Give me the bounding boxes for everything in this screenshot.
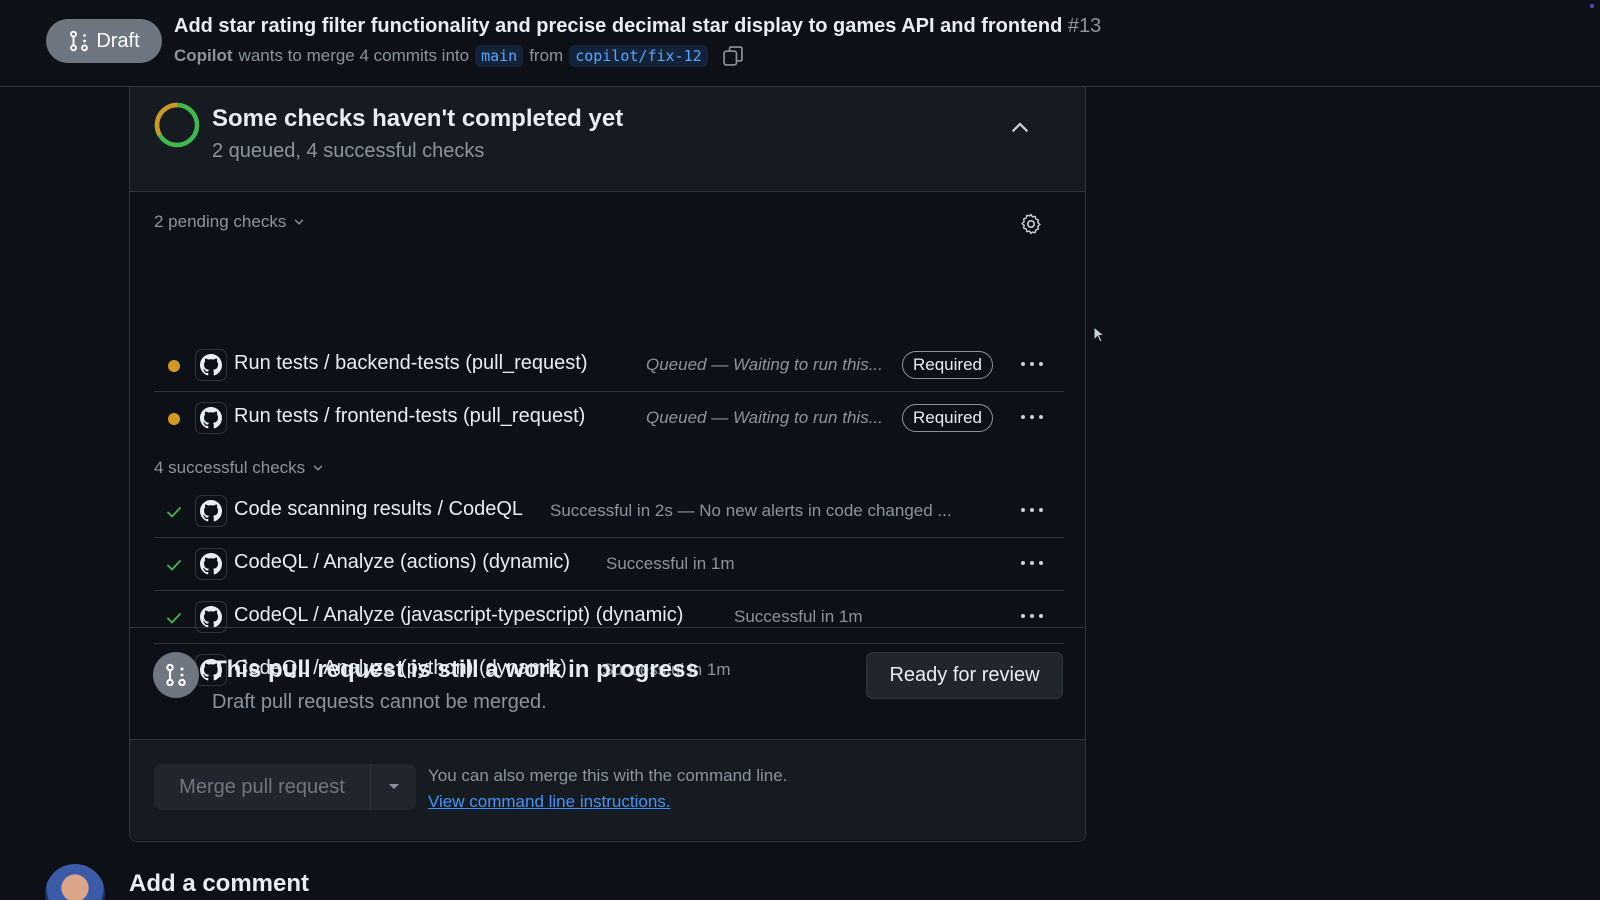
merge-text-from: from	[529, 46, 564, 65]
checks-header[interactable]: Some checks haven't completed yet 2 queu…	[130, 87, 1085, 192]
check-description: Queued — Waiting to run this...	[646, 408, 883, 427]
checks-title: Some checks haven't completed yet	[212, 105, 624, 132]
kebab-menu-icon[interactable]	[1018, 608, 1046, 624]
github-actions-icon	[195, 548, 227, 580]
head-branch[interactable]: copilot/fix-12	[569, 45, 708, 67]
pr-header: Draft Add star rating filter functionali…	[0, 0, 1600, 87]
draft-notice-subtitle: Draft pull requests cannot be merged.	[212, 691, 547, 713]
merge-options-dropdown[interactable]	[370, 764, 416, 810]
draft-label: Draft	[96, 29, 140, 52]
merge-actions: Merge pull request You can also merge th…	[130, 740, 1085, 840]
command-line-instructions-link[interactable]: View command line instructions.	[428, 792, 671, 812]
kebab-menu-icon[interactable]	[1018, 555, 1046, 571]
successful-checks-toggle[interactable]: 4 successful checks	[154, 458, 325, 478]
check-description: Successful in 1m	[606, 554, 735, 573]
gear-icon[interactable]	[1019, 212, 1043, 236]
github-actions-icon	[195, 495, 227, 527]
pending-checks-label: 2 pending checks	[154, 212, 287, 231]
chevron-down-icon	[295, 219, 304, 225]
mouse-cursor-icon	[1093, 326, 1105, 343]
check-icon	[167, 613, 181, 624]
checks-progress-ring-icon	[154, 102, 200, 148]
github-actions-icon	[195, 402, 227, 434]
merge-text-into: wants to merge 4 commits into	[238, 46, 470, 65]
base-branch[interactable]: main	[475, 45, 524, 67]
check-icon	[167, 507, 181, 518]
required-badge: Required	[902, 404, 993, 432]
kebab-menu-icon[interactable]	[1018, 356, 1046, 372]
git-pull-request-draft-icon	[70, 30, 89, 52]
draft-status-badge: Draft	[46, 19, 162, 63]
check-row-success[interactable]: CodeQL / Analyze (actions) (dynamic) Suc…	[154, 538, 1064, 591]
check-name[interactable]: Code scanning results / CodeQL	[234, 498, 523, 521]
pr-merge-info: Copilot wants to merge 4 commits into ma…	[174, 45, 744, 67]
queued-status-icon	[168, 360, 180, 372]
merge-pull-request-button[interactable]: Merge pull request	[154, 764, 370, 810]
chevron-up-icon[interactable]	[1008, 115, 1032, 139]
check-name[interactable]: Run tests / backend-tests (pull_request)	[234, 352, 588, 375]
chevron-down-icon	[313, 465, 323, 471]
check-name[interactable]: Run tests / frontend-tests (pull_request…	[234, 405, 585, 428]
checks-summary: 2 queued, 4 successful checks	[212, 140, 485, 162]
pr-title: Add star rating filter functionality and…	[174, 15, 1101, 38]
command-line-note: You can also merge this with the command…	[428, 766, 788, 785]
check-row-pending[interactable]: Run tests / backend-tests (pull_request)…	[154, 339, 1064, 392]
check-description: Successful in 1m	[734, 607, 863, 626]
check-description: Queued — Waiting to run this...	[646, 355, 883, 374]
draft-notice: This pull request is still a work in pro…	[130, 627, 1085, 740]
ready-for-review-button[interactable]: Ready for review	[866, 652, 1063, 699]
git-pull-request-draft-icon	[153, 652, 199, 698]
add-comment-heading: Add a comment	[129, 870, 310, 897]
pending-checks-toggle[interactable]: 2 pending checks	[154, 212, 306, 232]
copy-icon[interactable]	[722, 45, 744, 67]
draft-notice-title: This pull request is still a work in pro…	[212, 656, 699, 683]
check-name[interactable]: CodeQL / Analyze (javascript-typescript)…	[234, 604, 683, 627]
check-description: Successful in 2s — No new alerts in code…	[550, 501, 952, 520]
pr-author[interactable]: Copilot	[174, 46, 233, 66]
check-row-pending[interactable]: Run tests / frontend-tests (pull_request…	[154, 392, 1064, 445]
notification-dot	[1590, 4, 1594, 8]
caret-down-icon	[388, 784, 399, 789]
kebab-menu-icon[interactable]	[1018, 502, 1046, 518]
pr-number: #13	[1067, 15, 1102, 37]
merge-box: Some checks haven't completed yet 2 queu…	[129, 87, 1086, 842]
github-actions-icon	[195, 349, 227, 381]
pr-title-text: Add star rating filter functionality and…	[174, 15, 1063, 37]
check-name[interactable]: CodeQL / Analyze (actions) (dynamic)	[234, 551, 570, 574]
successful-checks-label: 4 successful checks	[154, 458, 306, 477]
queued-status-icon	[168, 413, 180, 425]
check-icon	[167, 560, 181, 571]
kebab-menu-icon[interactable]	[1018, 409, 1046, 425]
check-row-success[interactable]: Code scanning results / CodeQL Successfu…	[154, 485, 1064, 538]
avatar	[45, 864, 105, 900]
required-badge: Required	[902, 351, 993, 379]
